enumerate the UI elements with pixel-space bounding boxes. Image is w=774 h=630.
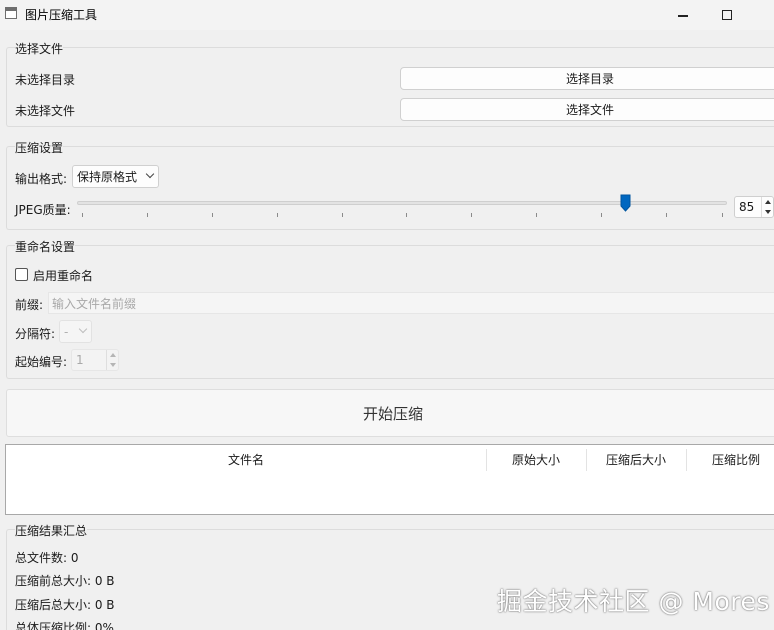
start-compress-button[interactable]: 开始压缩 xyxy=(6,389,774,437)
slider-tick xyxy=(406,213,407,217)
compress-group xyxy=(6,146,774,230)
slider-tick xyxy=(212,213,213,217)
slider-tick xyxy=(147,213,148,217)
arrow-up-icon xyxy=(765,200,771,204)
arrow-down-icon xyxy=(110,363,116,367)
watermark-text: 掘金技术社区 @ Mores xyxy=(497,587,770,616)
total-files-text: 总文件数: 0 xyxy=(15,551,79,565)
window-title: 图片压缩工具 xyxy=(25,8,98,22)
app-window-icon xyxy=(5,7,17,19)
slider-tick xyxy=(666,213,667,217)
minimize-button[interactable] xyxy=(660,0,706,30)
slider-tick xyxy=(82,213,83,217)
column-header-ratio[interactable]: 压缩比例 xyxy=(686,445,774,473)
slider-tick xyxy=(722,213,723,217)
prefix-label: 前缀: xyxy=(15,298,44,312)
enable-rename-checkbox[interactable] xyxy=(15,268,28,281)
arrow-down-icon xyxy=(765,210,771,214)
start-number-label: 起始编号: xyxy=(15,355,68,369)
summary-group-title: 压缩结果汇总 xyxy=(15,522,88,539)
dir-status-label: 未选择目录 xyxy=(15,73,76,87)
chevron-down-icon xyxy=(145,169,155,179)
quality-label: JPEG质量: xyxy=(15,203,71,217)
file-status-label: 未选择文件 xyxy=(15,104,76,118)
quality-spinbox[interactable]: 85 xyxy=(734,196,774,218)
slider-tick xyxy=(471,213,472,217)
compress-group-title: 压缩设置 xyxy=(15,139,64,156)
slider-tick xyxy=(342,213,343,217)
quality-spinbox-arrows[interactable] xyxy=(761,197,773,217)
chevron-down-icon xyxy=(78,324,88,334)
column-header-original-size[interactable]: 原始大小 xyxy=(486,445,586,473)
format-select[interactable]: 保持原格式 xyxy=(72,165,159,188)
start-number-value: 1 xyxy=(76,353,84,367)
select-file-button[interactable]: 选择文件 xyxy=(400,98,774,121)
start-number-spinbox[interactable]: 1 xyxy=(71,349,119,371)
overall-ratio-text: 总体压缩比例: 0% xyxy=(15,621,114,630)
prefix-input[interactable]: 输入文件名前缀 xyxy=(48,292,774,314)
before-size-text: 压缩前总大小: 0 B xyxy=(15,574,115,588)
quality-spinbox-value: 85 xyxy=(739,200,755,214)
slider-tick xyxy=(601,213,602,217)
column-header-compressed-size[interactable]: 压缩后大小 xyxy=(586,445,686,473)
separator-label: 分隔符: xyxy=(15,327,56,341)
enable-rename-label: 启用重命名 xyxy=(33,269,94,283)
title-bar: 图片压缩工具 xyxy=(0,0,774,30)
maximize-icon xyxy=(722,10,732,20)
arrow-up-icon xyxy=(110,353,116,357)
slider-tick xyxy=(277,213,278,217)
quality-slider-handle[interactable] xyxy=(620,194,631,212)
rename-group-title: 重命名设置 xyxy=(15,238,76,255)
result-table[interactable]: 文件名 原始大小 压缩后大小 压缩比例 xyxy=(5,444,774,515)
separator-select-value: - xyxy=(64,324,69,339)
separator-select[interactable]: - xyxy=(59,320,92,343)
maximize-button[interactable] xyxy=(704,0,750,30)
column-header-filename[interactable]: 文件名 xyxy=(6,445,486,473)
format-select-value: 保持原格式 xyxy=(77,170,138,184)
file-group-title: 选择文件 xyxy=(15,40,64,57)
after-size-text: 压缩后总大小: 0 B xyxy=(15,598,115,612)
slider-tick xyxy=(536,213,537,217)
select-dir-button[interactable]: 选择目录 xyxy=(400,67,774,90)
start-number-arrows[interactable] xyxy=(106,350,118,370)
format-label: 输出格式: xyxy=(15,172,68,186)
minimize-icon xyxy=(678,15,688,17)
